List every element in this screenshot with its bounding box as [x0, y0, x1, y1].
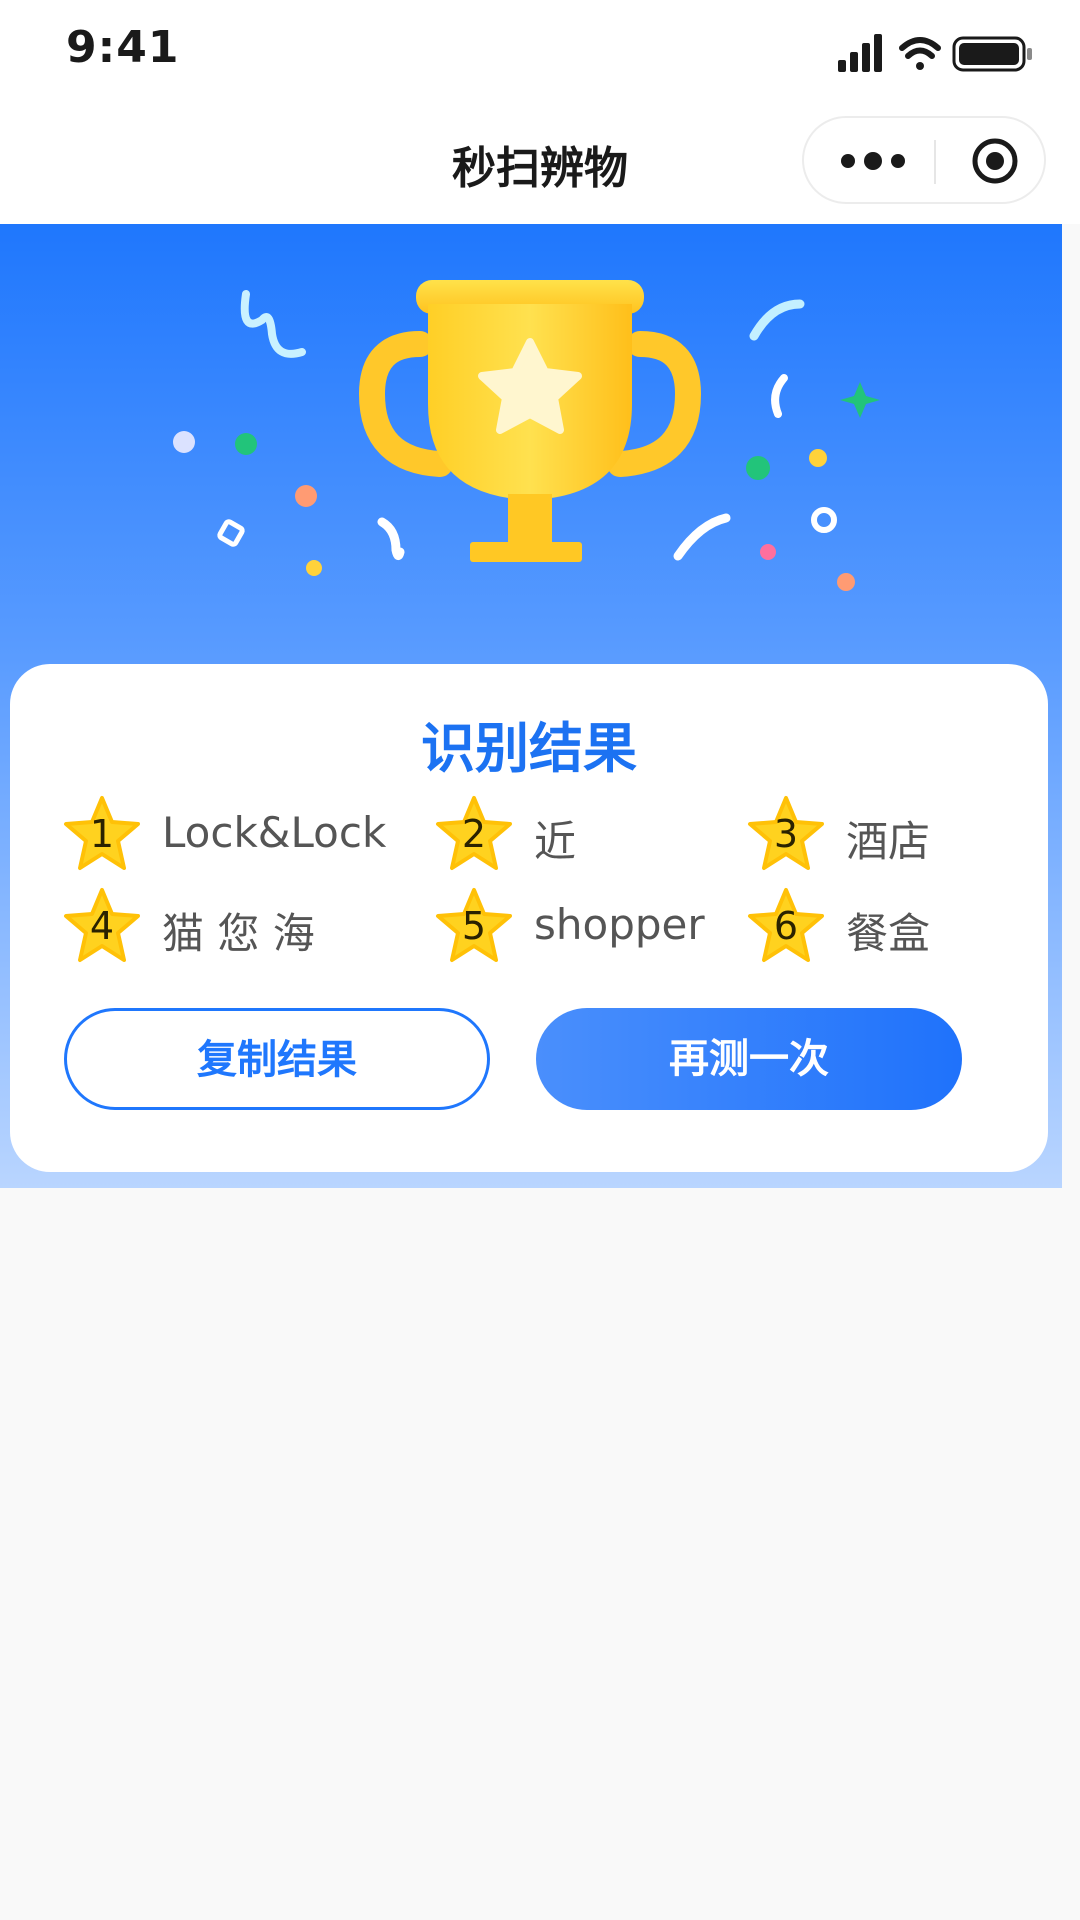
result-item[interactable]: 3 酒店 [746, 794, 1006, 874]
result-item[interactable]: 4 猫 您 海 [62, 886, 362, 966]
target-icon[interactable] [970, 136, 1020, 186]
result-label: 酒店 [846, 817, 931, 866]
result-rank: 3 [773, 812, 799, 856]
battery-icon [952, 36, 1032, 72]
capsule-divider [934, 140, 936, 184]
trophy-illustration [173, 280, 880, 591]
result-item[interactable]: 1 Lock&Lock [62, 794, 386, 874]
status-bar: 9:41 [0, 0, 1080, 100]
result-label: 近 [534, 817, 577, 866]
result-rank: 5 [461, 904, 487, 948]
result-card: 识别结果 1 Lock&Lock 2 近 3 酒店 4 猫 您 海 5 shop… [10, 664, 1048, 1172]
result-item[interactable]: 6 餐盒 [746, 886, 1006, 966]
result-rank: 2 [461, 812, 487, 856]
copy-result-button[interactable]: 复制结果 [64, 1008, 490, 1110]
nav-bar: 秒扫辨物 [0, 100, 1080, 224]
result-label: shopper [534, 900, 705, 949]
result-label: Lock&Lock [162, 808, 387, 857]
result-label: 猫 您 海 [162, 909, 315, 958]
more-icon[interactable] [838, 146, 908, 176]
status-time: 9:41 [66, 22, 180, 73]
result-label: 餐盒 [846, 909, 931, 958]
result-rank: 1 [89, 812, 115, 856]
result-card-title: 识别结果 [421, 717, 637, 780]
retry-button[interactable]: 再测一次 [536, 1008, 962, 1110]
mini-program-capsule [802, 116, 1046, 204]
result-rank: 6 [773, 904, 799, 948]
result-item[interactable]: 5 shopper [434, 886, 705, 966]
result-item[interactable]: 2 近 [434, 794, 694, 874]
status-icons [838, 34, 1032, 72]
signal-icon [838, 34, 882, 72]
result-rank: 4 [89, 904, 115, 948]
wifi-icon [899, 37, 941, 70]
hero-banner: 识别结果 1 Lock&Lock 2 近 3 酒店 4 猫 您 海 5 shop… [0, 224, 1062, 1188]
